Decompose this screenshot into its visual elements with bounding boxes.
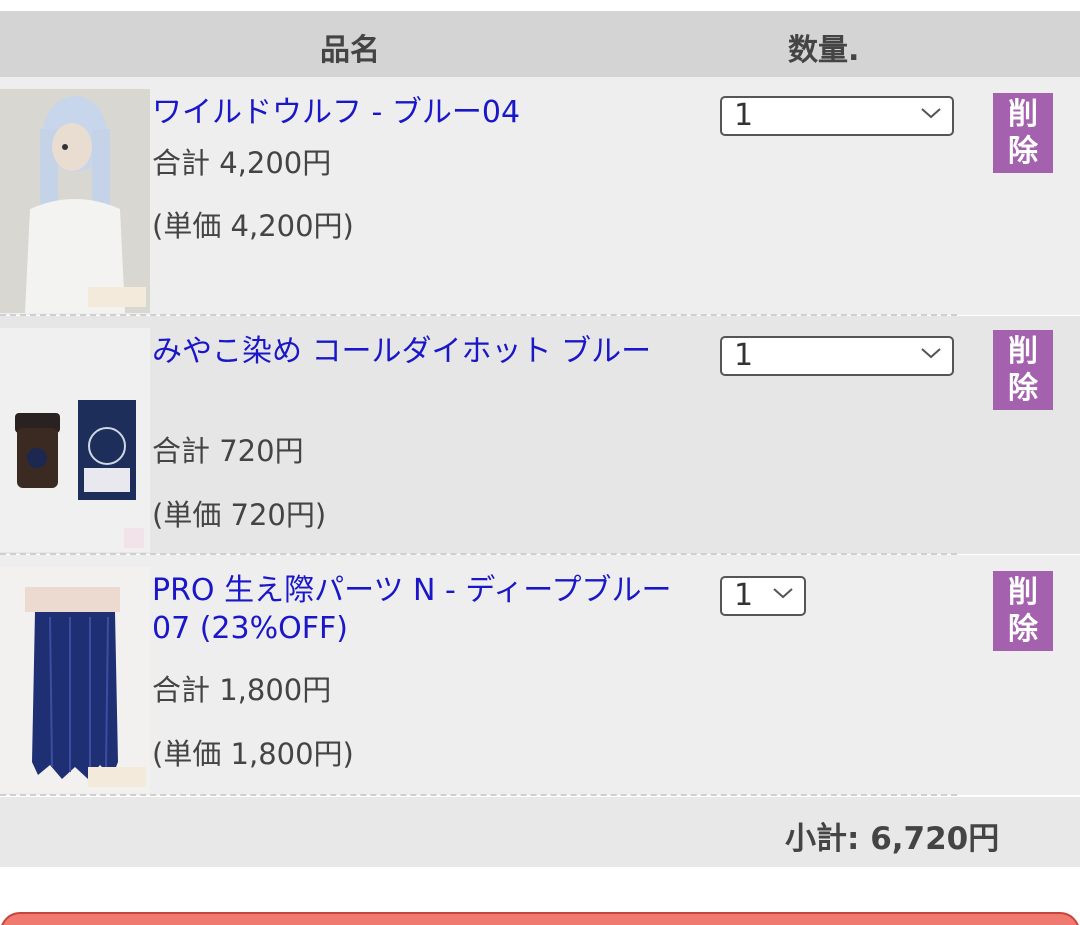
item-total-price: 合計 720円 [152, 434, 304, 468]
quantity-select[interactable]: 1 [720, 576, 806, 616]
cart-item-row: ワイルドウルフ - ブルー04 合計 4,200円 (単価 4,200円) 1 … [0, 77, 1080, 315]
quantity-value: 1 [734, 98, 754, 133]
delete-button[interactable]: 削 除 [993, 330, 1053, 410]
quantity-value: 1 [734, 338, 754, 373]
product-name-link[interactable]: みやこ染め コールダイホット ブルー [152, 333, 692, 371]
product-name-link[interactable]: PRO 生え際パーツ N - ディープブルー07 (23%OFF) [152, 572, 692, 648]
chevron-down-icon [773, 588, 793, 599]
delete-label-bottom: 除 [1008, 371, 1038, 406]
item-unit-price: (単価 4,200円) [152, 209, 354, 243]
product-name-column-header: 品名 [320, 33, 380, 68]
delete-label-top: 削 [1008, 97, 1038, 132]
chevron-down-icon [921, 348, 941, 359]
item-total-price: 合計 4,200円 [152, 146, 332, 180]
cart-table-header: 品名 数量. [0, 11, 1080, 77]
chevron-down-icon [921, 108, 941, 119]
quantity-select[interactable]: 1 [720, 336, 954, 376]
subtotal-amount: 小計: 6,720円 [785, 821, 1000, 857]
delete-label-top: 削 [1008, 334, 1038, 369]
delete-label-bottom: 除 [1008, 134, 1038, 169]
delete-label-bottom: 除 [1008, 612, 1038, 647]
item-total-price: 合計 1,800円 [152, 673, 332, 707]
row-divider [0, 794, 957, 796]
quantity-select[interactable]: 1 [720, 96, 954, 136]
subtotal-row: 小計: 6,720円 [0, 797, 1080, 867]
delete-button[interactable]: 削 除 [993, 93, 1053, 173]
product-thumbnail[interactable] [0, 328, 150, 552]
delete-label-top: 削 [1008, 575, 1038, 610]
quantity-column-header: 数量. [788, 33, 860, 68]
delete-button[interactable]: 削 除 [993, 571, 1053, 651]
item-unit-price: (単価 1,800円) [152, 737, 354, 771]
cart-item-row: PRO 生え際パーツ N - ディープブルー07 (23%OFF) 合計 1,8… [0, 555, 1080, 795]
product-thumbnail[interactable] [0, 567, 150, 793]
quantity-value: 1 [734, 578, 754, 613]
checkout-button[interactable] [0, 912, 1080, 925]
product-thumbnail[interactable] [0, 89, 150, 313]
product-name-link[interactable]: ワイルドウルフ - ブルー04 [152, 94, 692, 132]
item-unit-price: (単価 720円) [152, 498, 327, 532]
cart-item-row: みやこ染め コールダイホット ブルー 合計 720円 (単価 720円) 1 削… [0, 316, 1080, 554]
